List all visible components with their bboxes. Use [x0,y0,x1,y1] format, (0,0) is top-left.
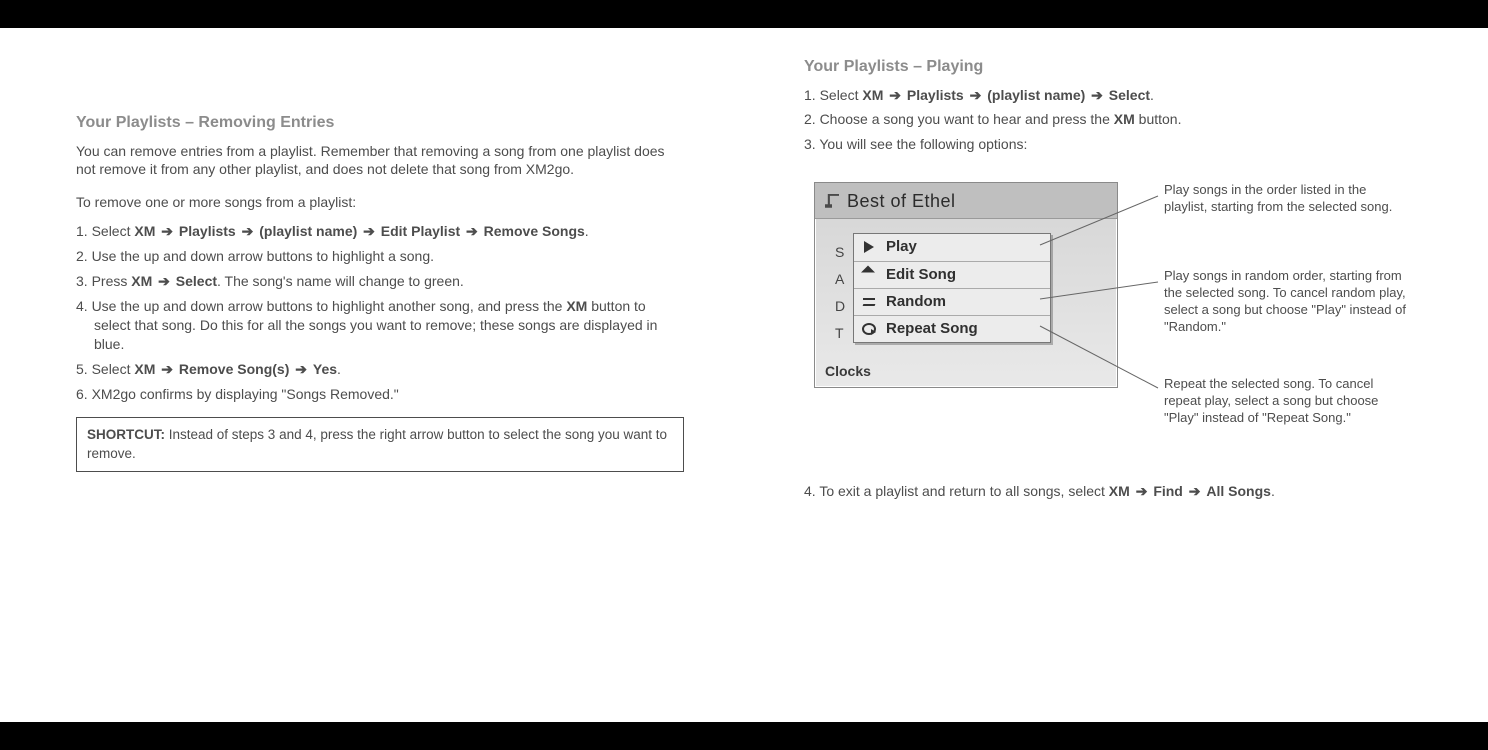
playlist-title: Best of Ethel [847,189,956,213]
arrow-icon: ➔ [1089,87,1105,103]
play-icon [862,240,876,254]
options-diagram: Best of Ethel S A D T Play Edit Song [804,182,1412,442]
step-2: 2. Use the up and down arrow buttons to … [76,247,684,266]
callout-random: Play songs in random order, starting fro… [1164,268,1412,336]
section-heading: Your Playlists – Playing [804,56,1412,78]
intro-text: You can remove entries from a playlist. … [76,142,684,180]
menu-item-edit-song: Edit Song [854,262,1050,289]
step-1: 1. Select XM ➔ Playlists ➔ (playlist nam… [76,222,684,241]
lead-text: To remove one or more songs from a playl… [76,193,684,212]
arrow-icon: ➔ [887,87,903,103]
section-heading: Your Playlists – Removing Entries [76,112,684,134]
arrow-icon: ➔ [1187,483,1203,499]
step-5: 5. Select XM ➔ Remove Song(s) ➔ Yes. [76,360,684,379]
steps-list: 1. Select XM ➔ Playlists ➔ (playlist nam… [76,222,684,403]
arrow-icon: ➔ [293,361,309,377]
left-page-body: Your Playlists – Removing Entries You ca… [0,28,744,722]
now-playing-footer: Clocks [825,362,871,381]
playlist-title-bar: Best of Ethel [815,183,1117,219]
arrow-icon: ➔ [240,223,256,239]
steps-list: 1. Select XM ➔ Playlists ➔ (playlist nam… [804,86,1412,155]
repeat-icon [862,323,876,335]
step-3: 3. Press XM ➔ Select. The song's name wi… [76,272,684,291]
callout-play: Play songs in the order listed in the pl… [1164,182,1412,216]
callout-repeat: Repeat the selected song. To cancel repe… [1164,376,1412,427]
shortcut-box: SHORTCUT: Instead of steps 3 and 4, pres… [76,417,684,471]
device-screen: Best of Ethel S A D T Play Edit Song [814,182,1118,388]
arrow-icon: ➔ [1134,483,1150,499]
menu-item-repeat-song: Repeat Song [854,316,1050,342]
step-2: 2. Choose a song you want to hear and pr… [804,110,1412,129]
right-page-body: Your Playlists – Playing 1. Select XM ➔ … [744,28,1488,722]
arrow-icon: ➔ [361,223,377,239]
arrow-icon: ➔ [464,223,480,239]
step-6: 6. XM2go confirms by displaying "Songs R… [76,385,684,404]
music-note-icon [825,194,839,208]
background-letters: S A D T [835,239,845,347]
shortcut-text: Instead of steps 3 and 4, press the righ… [87,427,667,460]
shortcut-label: SHORTCUT: [87,427,165,442]
popup-menu: Play Edit Song Random Repeat Song [853,233,1051,343]
step-4: 4. Use the up and down arrow buttons to … [76,297,684,354]
step-4-exit: 4. To exit a playlist and return to all … [804,482,1412,501]
pencil-icon [862,268,876,282]
step-1: 1. Select XM ➔ Playlists ➔ (playlist nam… [804,86,1412,105]
left-page: 42 Using your XM2go Your Playlists – Rem… [0,28,744,722]
arrow-icon: ➔ [968,87,984,103]
menu-item-random: Random [854,289,1050,316]
step-3: 3. You will see the following options: [804,135,1412,154]
shuffle-icon [862,295,876,309]
arrow-icon: ➔ [159,361,175,377]
menu-item-play: Play [854,234,1050,261]
right-page: 43 Using your XM2go Your Playlists – Pla… [744,28,1488,722]
arrow-icon: ➔ [156,273,172,289]
arrow-icon: ➔ [159,223,175,239]
